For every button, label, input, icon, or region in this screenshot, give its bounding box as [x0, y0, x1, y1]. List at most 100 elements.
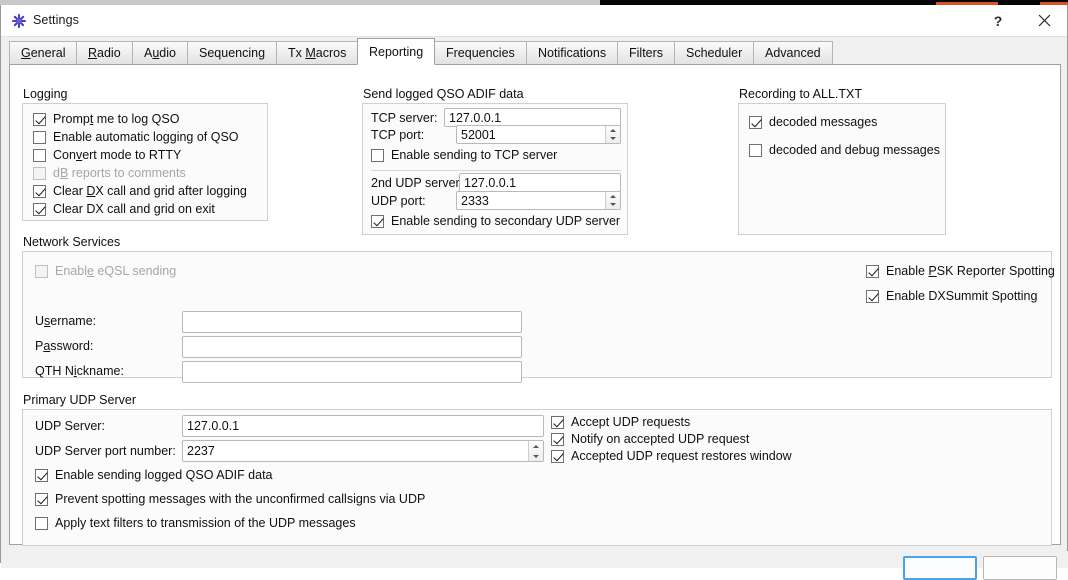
- tab-advanced[interactable]: Advanced: [753, 41, 833, 65]
- qth-nickname-input[interactable]: [182, 361, 522, 383]
- tab-label: Sequencing: [199, 46, 266, 60]
- udp2-port-spinner[interactable]: [605, 192, 620, 209]
- udp2-server-label: 2nd UDP server: [371, 176, 460, 190]
- checkbox-db-reports-to-comments: dB reports to comments: [33, 166, 186, 180]
- adif-group-frame: TCP server: 127.0.0.1 TCP port: 52001 En…: [362, 103, 628, 235]
- checkbox-label: Notify on accepted UDP request: [571, 432, 750, 446]
- checkbox-enable-sending-logged-qso-adif-data[interactable]: Enable sending logged QSO ADIF data: [35, 468, 273, 482]
- spin-up-icon[interactable]: [606, 126, 620, 135]
- tab-general[interactable]: General: [9, 41, 78, 65]
- checkbox-label: Prompt me to log QSO: [53, 112, 180, 126]
- tab-notifications[interactable]: Notifications: [526, 41, 619, 65]
- checkbox-label: dB reports to comments: [53, 166, 186, 180]
- spin-down-icon[interactable]: [529, 451, 543, 461]
- logging-group-title: Logging: [23, 87, 68, 101]
- spin-up-icon[interactable]: [606, 192, 620, 201]
- checkbox-box: [749, 115, 762, 129]
- checkbox-convert-mode-to-rtty[interactable]: Convert mode to RTTY: [33, 148, 181, 162]
- checkbox-notify-on-accepted-udp-request[interactable]: Notify on accepted UDP request: [551, 432, 749, 446]
- spin-down-icon[interactable]: [606, 201, 620, 210]
- checkbox-box: [33, 202, 46, 216]
- checkbox-clear-dx-after-logging[interactable]: Clear DX call and grid after logging: [33, 184, 247, 198]
- checkbox-apply-text-filters-udp-messages[interactable]: Apply text filters to transmission of th…: [35, 516, 356, 530]
- tab-filters[interactable]: Filters: [617, 41, 676, 65]
- tab-frequencies[interactable]: Frequencies: [434, 41, 527, 65]
- checkbox-box: [371, 214, 384, 228]
- close-icon: [1038, 14, 1050, 27]
- checkbox-box: [371, 148, 384, 162]
- checkbox-decoded-messages[interactable]: decoded messages: [749, 115, 877, 129]
- adif-divider: [371, 170, 621, 171]
- dialog-button-bar: [1, 551, 1068, 580]
- checkbox-accept-udp-requests[interactable]: Accept UDP requests: [551, 415, 690, 429]
- checkbox-label: Enable sending to secondary UDP server: [391, 214, 621, 228]
- checkbox-label: Convert mode to RTTY: [53, 148, 182, 162]
- tab-label: Audio: [144, 46, 176, 60]
- tab-sequencing[interactable]: Sequencing: [187, 41, 278, 65]
- checkbox-box: [551, 415, 564, 429]
- app-star-icon: [11, 13, 27, 29]
- checkbox-label: decoded and debug messages: [769, 143, 940, 157]
- recording-group-frame: decoded messages decoded and debug messa…: [738, 103, 946, 235]
- checkbox-label: Enable PSK Reporter Spotting: [886, 264, 1055, 278]
- checkbox-label: Enable automatic logging of QSO: [53, 130, 239, 144]
- checkbox-enable-sending-to-secondary-udp-server[interactable]: Enable sending to secondary UDP server: [371, 214, 620, 228]
- tab-radio[interactable]: Radio: [76, 41, 133, 65]
- checkbox-enable-automatic-logging[interactable]: Enable automatic logging of QSO: [33, 130, 239, 144]
- checkbox-enable-psk-reporter-spotting[interactable]: Enable PSK Reporter Spotting: [866, 264, 1055, 278]
- udp-server-port-label: UDP Server port number:: [35, 444, 176, 458]
- udp-port-spinner[interactable]: [528, 441, 543, 461]
- password-input[interactable]: [182, 336, 522, 358]
- recording-group-title: Recording to ALL.TXT: [739, 87, 862, 101]
- checkbox-decoded-and-debug-messages[interactable]: decoded and debug messages: [749, 143, 940, 157]
- checkbox-label: Enable sending to TCP server: [391, 148, 558, 162]
- udp2-port-spinbox[interactable]: 2333: [456, 191, 621, 210]
- spin-down-icon[interactable]: [606, 135, 620, 144]
- tcp-server-label: TCP server:: [371, 111, 438, 125]
- reporting-tab-page: Logging Prompt me to log QSO Enable auto…: [9, 64, 1061, 546]
- checkbox-prevent-spotting-unconfirmed-callsigns[interactable]: Prevent spotting messages with the uncon…: [35, 492, 425, 506]
- checkbox-box: [749, 143, 762, 157]
- tab-reporting[interactable]: Reporting: [357, 38, 436, 65]
- udp-server-label: UDP Server:: [35, 419, 105, 433]
- primary-udp-group: Primary UDP Server UDP Server: 127.0.0.1…: [22, 393, 1052, 546]
- udp-server-input[interactable]: 127.0.0.1: [182, 415, 544, 437]
- checkbox-label: decoded messages: [769, 115, 878, 129]
- adif-group: Send logged QSO ADIF data TCP server: 12…: [362, 87, 628, 235]
- username-input[interactable]: [182, 311, 522, 333]
- udp-server-port-value: 2237: [187, 444, 215, 458]
- tab-label: Scheduler: [686, 46, 743, 60]
- udp2-server-input[interactable]: 127.0.0.1: [459, 173, 621, 192]
- checkbox-clear-dx-on-exit[interactable]: Clear DX call and grid on exit: [33, 202, 215, 216]
- checkbox-label: Accepted UDP request restores window: [571, 449, 792, 463]
- checkbox-box: [33, 184, 46, 198]
- checkbox-prompt-me-to-log-qso[interactable]: Prompt me to log QSO: [33, 112, 179, 126]
- tab-scheduler[interactable]: Scheduler: [674, 41, 755, 65]
- tcp-port-spinner[interactable]: [605, 126, 620, 143]
- checkbox-accepted-udp-request-restores-window[interactable]: Accepted UDP request restores window: [551, 449, 792, 463]
- logging-group: Logging Prompt me to log QSO Enable auto…: [22, 87, 268, 221]
- recording-group: Recording to ALL.TXT decoded messages de…: [738, 87, 946, 235]
- checkbox-box: [551, 432, 564, 446]
- udp2-port-value: 2333: [461, 193, 489, 208]
- tab-tx-macros[interactable]: Tx Macros: [276, 41, 359, 65]
- settings-window: Settings ? General Radio Audio Sequencing Tx…: [0, 5, 1068, 580]
- tab-label: Advanced: [765, 46, 821, 60]
- checkbox-box: [33, 112, 46, 126]
- checkbox-enable-dxsummit-spotting[interactable]: Enable DXSummit Spotting: [866, 289, 1037, 303]
- checkbox-label: Clear DX call and grid on exit: [53, 202, 215, 216]
- help-button[interactable]: ?: [975, 5, 1021, 36]
- close-button[interactable]: [1021, 5, 1067, 36]
- tab-label: Frequencies: [446, 46, 515, 60]
- tcp-port-spinbox[interactable]: 52001: [456, 125, 621, 144]
- udp-server-port-spinbox[interactable]: 2237: [182, 440, 544, 462]
- spin-up-icon[interactable]: [529, 441, 543, 451]
- ok-button[interactable]: [903, 556, 977, 580]
- tab-audio[interactable]: Audio: [132, 41, 188, 65]
- network-services-group: Network Services Enable eQSL sending Use…: [22, 235, 1055, 383]
- checkbox-enable-sending-to-tcp-server[interactable]: Enable sending to TCP server: [371, 148, 557, 162]
- cancel-button[interactable]: [983, 556, 1057, 580]
- primary-udp-group-title: Primary UDP Server: [23, 393, 136, 407]
- tcp-port-label: TCP port:: [371, 128, 425, 142]
- tab-label: Notifications: [538, 46, 607, 60]
